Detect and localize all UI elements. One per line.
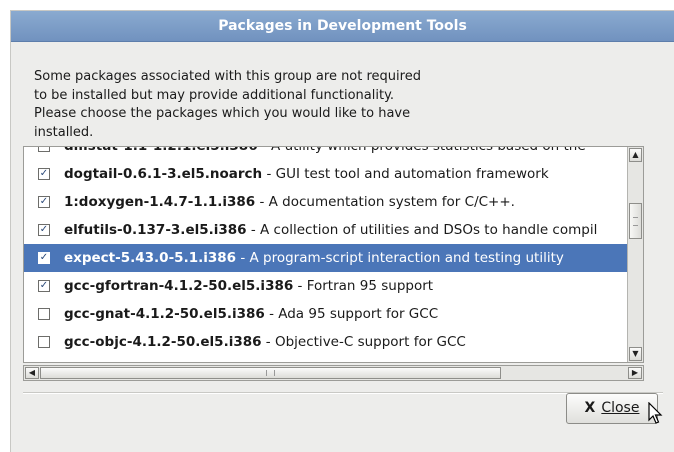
package-row[interactable]: ✓ gcc-gfortran-4.1.2-50.el5.i386 - Fortra… <box>24 272 634 300</box>
package-row[interactable]: ✓ expect-5.43.0-5.1.i386 - A program-scri… <box>24 244 634 272</box>
checkbox-checked[interactable]: ✓ <box>38 196 50 208</box>
package-row[interactable]: gcc-objc-4.1.2-50.el5.i386 - Objective-C… <box>24 328 634 356</box>
package-name: 1:doxygen-1.4.7-1.1.i386 <box>64 194 256 210</box>
package-rows: ✓ dmstat-1.1-1.2.1.el5.i386 - A utility w… <box>24 146 634 356</box>
package-name: dogtail-0.6.1-3.el5.noarch <box>64 166 263 182</box>
checkbox-checked[interactable]: ✓ <box>38 168 50 180</box>
close-icon: X <box>584 400 596 416</box>
package-description: - A documentation system for C/C++. <box>255 194 515 210</box>
package-description: - Fortran 95 support <box>293 278 434 294</box>
close-button[interactable]: X Close <box>566 393 658 424</box>
scroll-down-arrow-icon[interactable]: ▼ <box>629 347 642 361</box>
mouse-pointer-icon <box>648 402 663 424</box>
scroll-right-arrow-icon[interactable]: ▶ <box>628 367 642 379</box>
dialog-description: Some packages associated with this group… <box>34 69 421 140</box>
package-list[interactable]: ✓ dmstat-1.1-1.2.1.el5.i386 - A utility w… <box>23 146 644 363</box>
checkbox-checked[interactable]: ✓ <box>38 147 50 152</box>
package-description: - GUI test tool and automation framework <box>262 166 549 182</box>
package-name: elfutils-0.137-3.el5.i386 <box>64 222 247 238</box>
package-row[interactable]: ✓ elfutils-0.137-3.el5.i386 - A collectio… <box>24 216 634 244</box>
package-description: - A collection of utilities and DSOs to … <box>246 222 598 238</box>
package-row[interactable]: gcc-gnat-4.1.2-50.el5.i386 - Ada 95 supp… <box>24 300 634 328</box>
package-description: - A utility which provides statistics ba… <box>257 146 586 154</box>
checkbox-unchecked[interactable] <box>38 308 50 320</box>
package-name: expect-5.43.0-5.1.i386 <box>64 250 237 266</box>
package-row[interactable]: ✓ dmstat-1.1-1.2.1.el5.i386 - A utility w… <box>24 146 634 160</box>
package-row[interactable]: ✓ dogtail-0.6.1-3.el5.noarch - GUI test t… <box>24 160 634 188</box>
checkbox-checked[interactable]: ✓ <box>38 280 50 292</box>
scroll-up-arrow-icon[interactable]: ▲ <box>629 148 642 162</box>
package-description: - A program-script interaction and testi… <box>236 250 564 266</box>
checkbox-checked[interactable]: ✓ <box>38 224 50 236</box>
checkbox-checked[interactable]: ✓ <box>38 252 50 264</box>
package-name: gcc-objc-4.1.2-50.el5.i386 <box>64 334 262 350</box>
package-name: dmstat-1.1-1.2.1.el5.i386 <box>64 146 258 154</box>
dialog-title: Packages in Development Tools <box>11 11 674 42</box>
vertical-scrollbar[interactable]: ▲ ▼ <box>627 147 643 362</box>
package-row[interactable]: ✓ 1:doxygen-1.4.7-1.1.i386 - A documentat… <box>24 188 634 216</box>
horizontal-scrollbar[interactable]: ◀ ▶ <box>23 365 644 381</box>
close-button-label: Close <box>601 400 640 416</box>
scroll-left-arrow-icon[interactable]: ◀ <box>25 367 39 379</box>
horizontal-scroll-thumb[interactable] <box>40 367 501 379</box>
package-description: - Ada 95 support for GCC <box>264 306 439 322</box>
vertical-scroll-thumb[interactable] <box>629 203 642 239</box>
package-description: - Objective-C support for GCC <box>261 334 466 350</box>
checkbox-unchecked[interactable] <box>38 336 50 348</box>
package-name: gcc-gfortran-4.1.2-50.el5.i386 <box>64 278 294 294</box>
package-name: gcc-gnat-4.1.2-50.el5.i386 <box>64 306 265 322</box>
